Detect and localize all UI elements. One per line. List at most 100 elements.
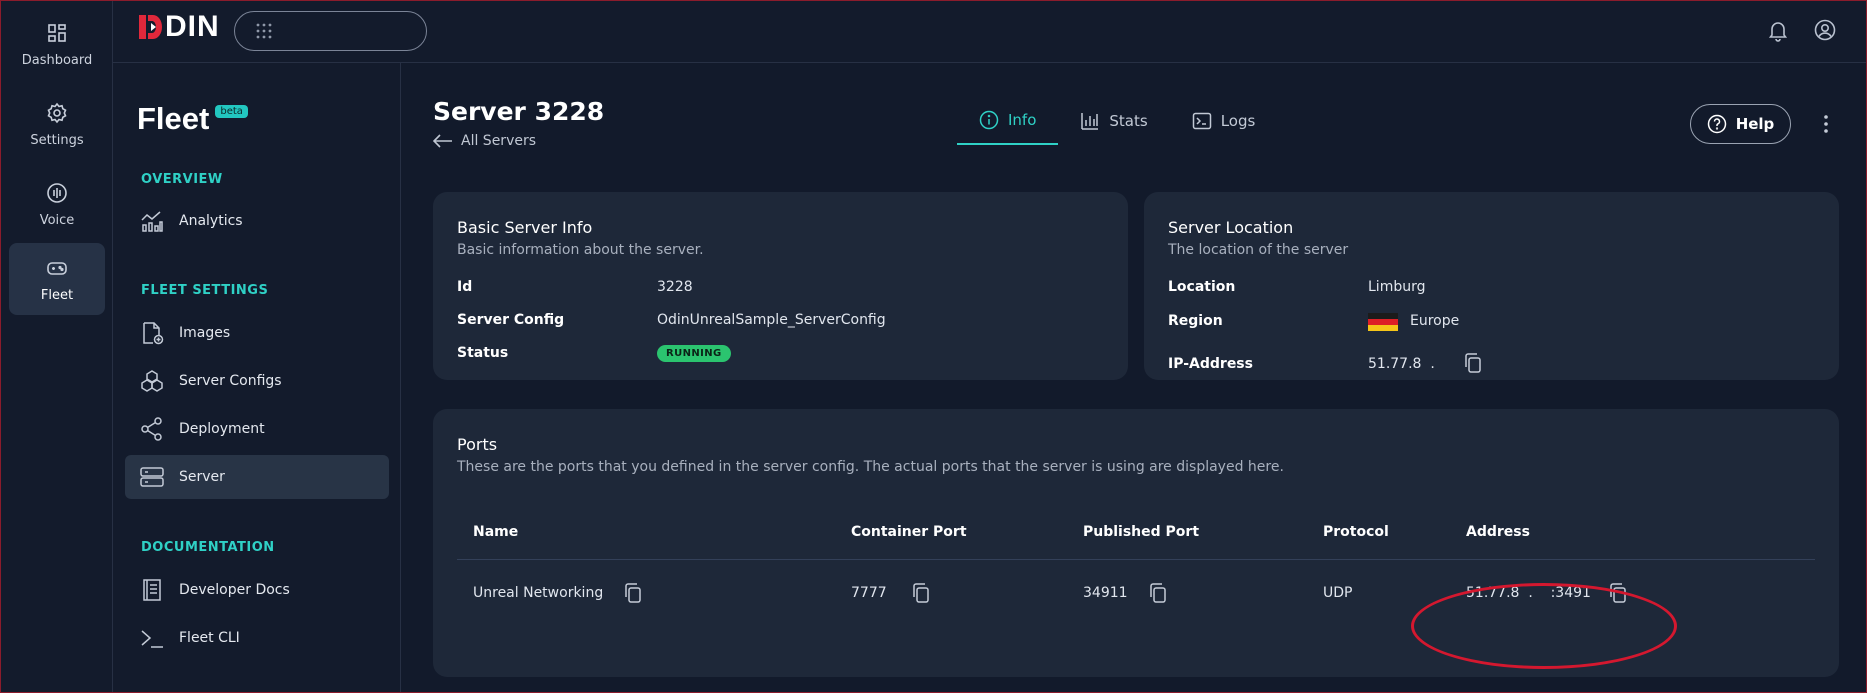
basic-info-card: Basic Server Info Basic information abou… (433, 192, 1128, 380)
account-button[interactable] (1813, 18, 1837, 42)
column-header-address: Address (1466, 524, 1530, 540)
gear-icon (47, 102, 67, 123)
copy-icon (1465, 353, 1481, 373)
copy-name-button[interactable] (623, 582, 643, 604)
ip-address-label: IP-Address (1168, 356, 1253, 372)
beta-badge: beta (215, 105, 248, 118)
logo-text: DIN (165, 10, 220, 43)
server-icon (140, 467, 164, 487)
cubes-icon (141, 370, 163, 392)
page-title: Server 3228 (433, 97, 605, 126)
odin-logo[interactable]: DIN (137, 10, 220, 43)
sidebar-label-deployment: Deployment (179, 421, 265, 437)
column-header-protocol: Protocol (1323, 524, 1389, 540)
copy-icon (913, 583, 929, 603)
section-documentation: DOCUMENTATION (141, 540, 275, 555)
rail-item-settings[interactable]: Settings (9, 88, 105, 160)
info-icon (979, 110, 999, 130)
sidebar-item-analytics[interactable]: Analytics (125, 199, 389, 243)
location-subtitle: The location of the server (1168, 242, 1349, 258)
section-fleet-settings: FLEET SETTINGS (141, 283, 269, 298)
germany-flag-icon (1368, 313, 1398, 331)
back-to-servers-link[interactable]: All Servers (433, 133, 536, 149)
rail-item-dashboard[interactable]: Dashboard (9, 8, 105, 80)
tab-info-label: Info (1008, 111, 1037, 129)
highlight-annotation (1411, 583, 1677, 669)
basic-info-title: Basic Server Info (457, 218, 593, 237)
tab-info[interactable]: Info (957, 97, 1059, 145)
sidebar-item-server[interactable]: Server (125, 455, 389, 499)
brand-title: Fleet (137, 101, 210, 136)
top-bar: DIN (113, 0, 1867, 63)
book-icon (143, 579, 161, 601)
location-value: Limburg (1368, 279, 1426, 295)
section-overview: OVERVIEW (141, 172, 223, 187)
sidebar-item-images[interactable]: Images (125, 311, 389, 355)
arrow-left-icon (433, 134, 452, 148)
tab-stats-label: Stats (1109, 112, 1148, 130)
help-circle-icon (1707, 114, 1726, 134)
fleet-sidebar: Fleet beta OVERVIEW Analytics FLEET SETT… (113, 63, 401, 693)
basic-info-subtitle: Basic information about the server. (457, 242, 704, 258)
region-label: Region (1168, 313, 1223, 329)
terminal-prompt-icon (141, 630, 163, 648)
apps-grid-icon (256, 23, 272, 39)
sidebar-label-server: Server (179, 469, 225, 485)
sidebar-label-analytics: Analytics (179, 213, 243, 229)
bell-icon (1768, 22, 1788, 42)
tab-stats[interactable]: Stats (1058, 97, 1169, 145)
copy-icon (1150, 583, 1166, 603)
help-label: Help (1735, 115, 1775, 133)
id-value: 3228 (657, 279, 693, 295)
server-location-card: Server Location The location of the serv… (1144, 192, 1839, 380)
share-nodes-icon (141, 417, 162, 441)
rail-label-fleet: Fleet (40, 287, 74, 303)
column-header-name: Name (473, 524, 519, 540)
sidebar-label-images: Images (179, 325, 231, 341)
notifications-button[interactable] (1766, 18, 1790, 42)
location-label: Location (1168, 279, 1236, 295)
column-header-container-port: Container Port (851, 524, 967, 540)
protocol-value: UDP (1323, 585, 1353, 601)
rail-item-voice[interactable]: Voice (9, 168, 105, 240)
server-config-value: OdinUnrealSample_ServerConfig (657, 312, 886, 328)
sidebar-item-fleet-cli[interactable]: Fleet CLI (125, 616, 389, 660)
sidebar-item-deployment[interactable]: Deployment (125, 407, 389, 451)
image-file-add-icon (143, 322, 164, 345)
search-input[interactable] (234, 11, 427, 51)
more-vertical-icon[interactable] (1816, 112, 1836, 136)
odin-logo-mark (139, 15, 162, 39)
sidebar-item-server-configs[interactable]: Server Configs (125, 359, 389, 403)
copy-ip-button[interactable] (1463, 352, 1483, 374)
left-rail: Dashboard Settings Voice Fleet (0, 0, 113, 693)
back-link-label: All Servers (461, 133, 537, 149)
column-header-published-port: Published Port (1083, 524, 1200, 540)
sidebar-label-fleet-cli: Fleet CLI (179, 630, 240, 646)
ip-address-value: 51.77.8 . (1368, 356, 1435, 372)
table-header-divider (457, 559, 1815, 560)
rail-item-fleet[interactable]: Fleet (9, 243, 105, 315)
fleet-brand: Fleet beta (137, 101, 248, 137)
tab-logs[interactable]: Logs (1170, 97, 1278, 145)
sidebar-item-developer-docs[interactable]: Developer Docs (125, 568, 389, 612)
copy-published-port-button[interactable] (1148, 582, 1168, 604)
ports-title: Ports (457, 435, 498, 454)
voice-icon (47, 182, 67, 203)
help-button[interactable]: Help (1690, 104, 1791, 144)
ports-subtitle: These are the ports that you defined in … (457, 459, 1284, 475)
bar-chart-icon (1081, 113, 1099, 130)
port-name: Unreal Networking (473, 585, 604, 601)
id-label: Id (457, 279, 473, 295)
copy-container-port-button[interactable] (911, 582, 931, 604)
rail-label-settings: Settings (30, 132, 84, 148)
server-config-label: Server Config (457, 312, 565, 328)
status-label: Status (457, 345, 509, 361)
copy-icon (625, 583, 641, 603)
tab-logs-label: Logs (1220, 112, 1256, 130)
sidebar-label-server-configs: Server Configs (179, 373, 282, 389)
location-title: Server Location (1168, 218, 1294, 237)
published-port-value: 34911 (1083, 585, 1128, 601)
user-circle-icon (1814, 19, 1836, 41)
status-badge: RUNNING (657, 345, 731, 362)
gamepad-icon (47, 261, 67, 275)
